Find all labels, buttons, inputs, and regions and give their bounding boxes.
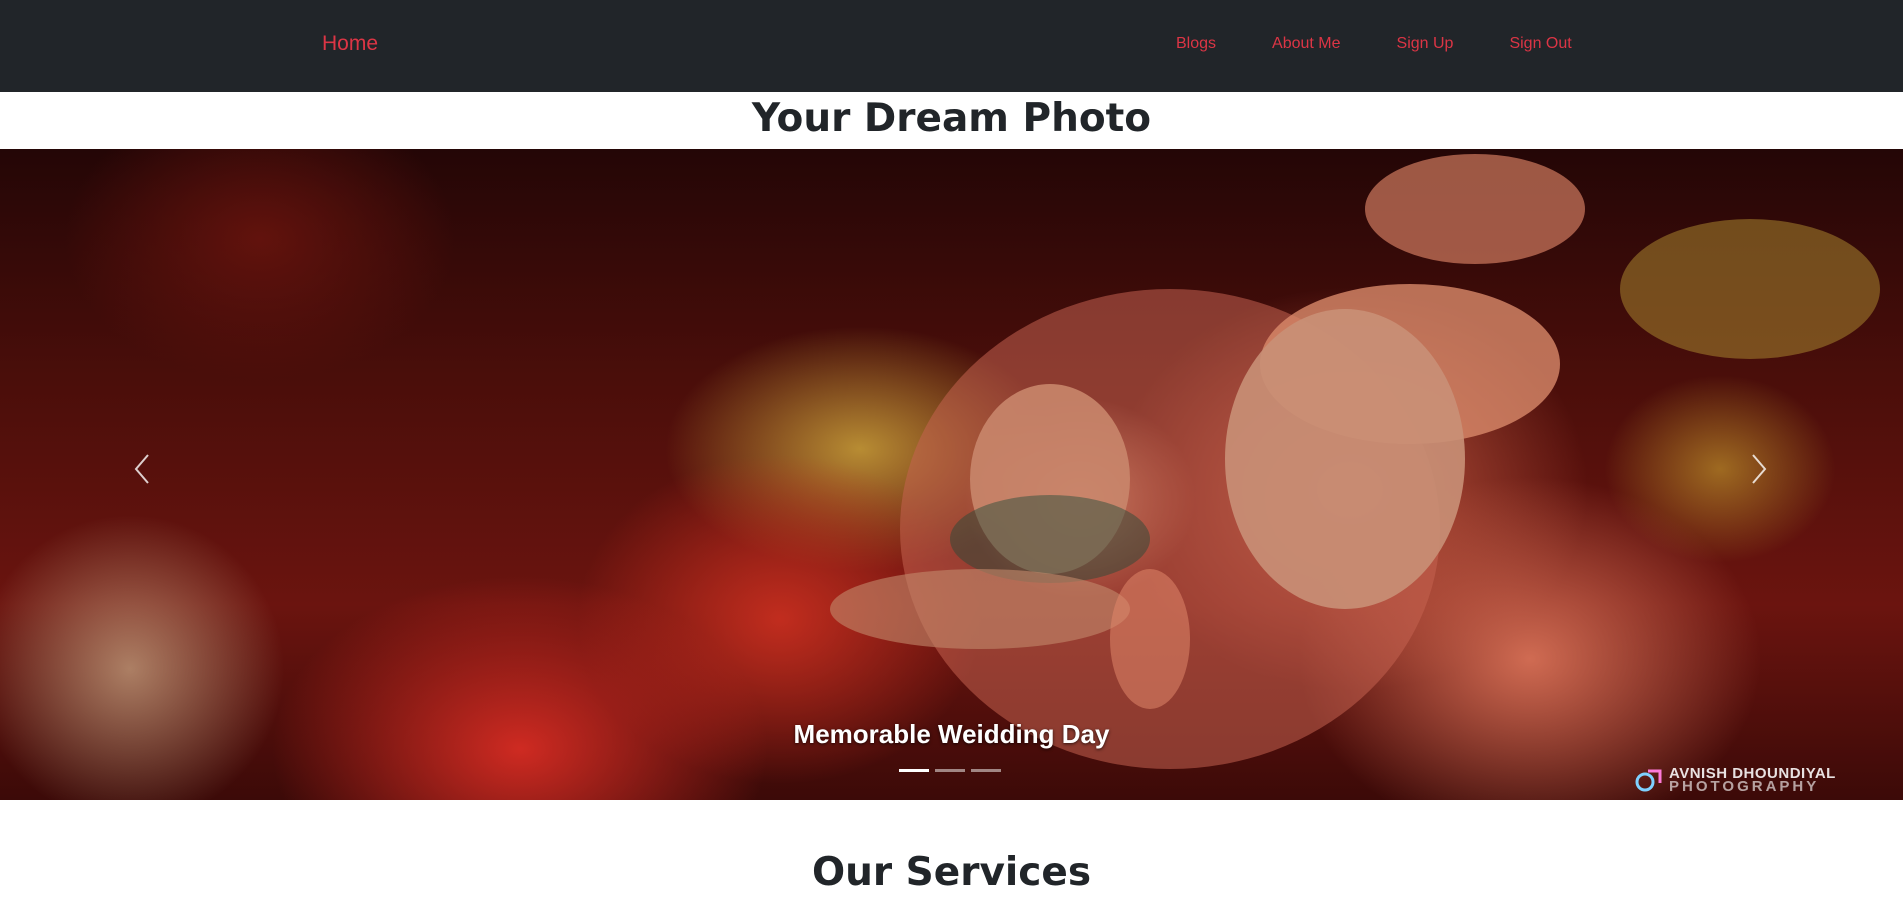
- nav-home-link[interactable]: Home: [322, 32, 378, 56]
- services-title: Our Services: [811, 850, 1092, 895]
- nav-link-blogs[interactable]: Blogs: [1176, 35, 1216, 53]
- carousel-indicators: [899, 769, 1001, 772]
- chevron-right-icon: [1752, 454, 1767, 484]
- carousel-indicator-1[interactable]: [899, 769, 929, 772]
- carousel-next-button[interactable]: [1729, 439, 1789, 499]
- watermark-logo-icon: [1635, 769, 1662, 792]
- slide-image: [830, 154, 1880, 769]
- carousel-indicator-2[interactable]: [935, 769, 965, 772]
- carousel-indicator-3[interactable]: [971, 769, 1001, 772]
- carousel-prev-button[interactable]: [112, 439, 172, 499]
- photographer-watermark: AVNISH DHOUNDIYAL PHOTOGRAPHY: [1634, 766, 1836, 795]
- watermark-subtitle: PHOTOGRAPHY: [1669, 778, 1820, 795]
- nav-links: Blogs About Me Sign Up Sign Out: [1176, 35, 1628, 53]
- page-title: Your Dream Photo: [751, 96, 1152, 141]
- top-navbar: Home Blogs About Me Sign Up Sign Out: [0, 0, 1903, 92]
- chevron-left-icon: [134, 454, 149, 484]
- nav-link-sign-out[interactable]: Sign Out: [1509, 35, 1571, 53]
- carousel-caption: Memorable Weidding Day: [793, 719, 1110, 749]
- nav-link-sign-up[interactable]: Sign Up: [1397, 35, 1454, 53]
- hero-carousel: Memorable Weidding Day AVNISH DHOUNDIYAL…: [0, 149, 1903, 800]
- nav-link-about-me[interactable]: About Me: [1272, 35, 1340, 53]
